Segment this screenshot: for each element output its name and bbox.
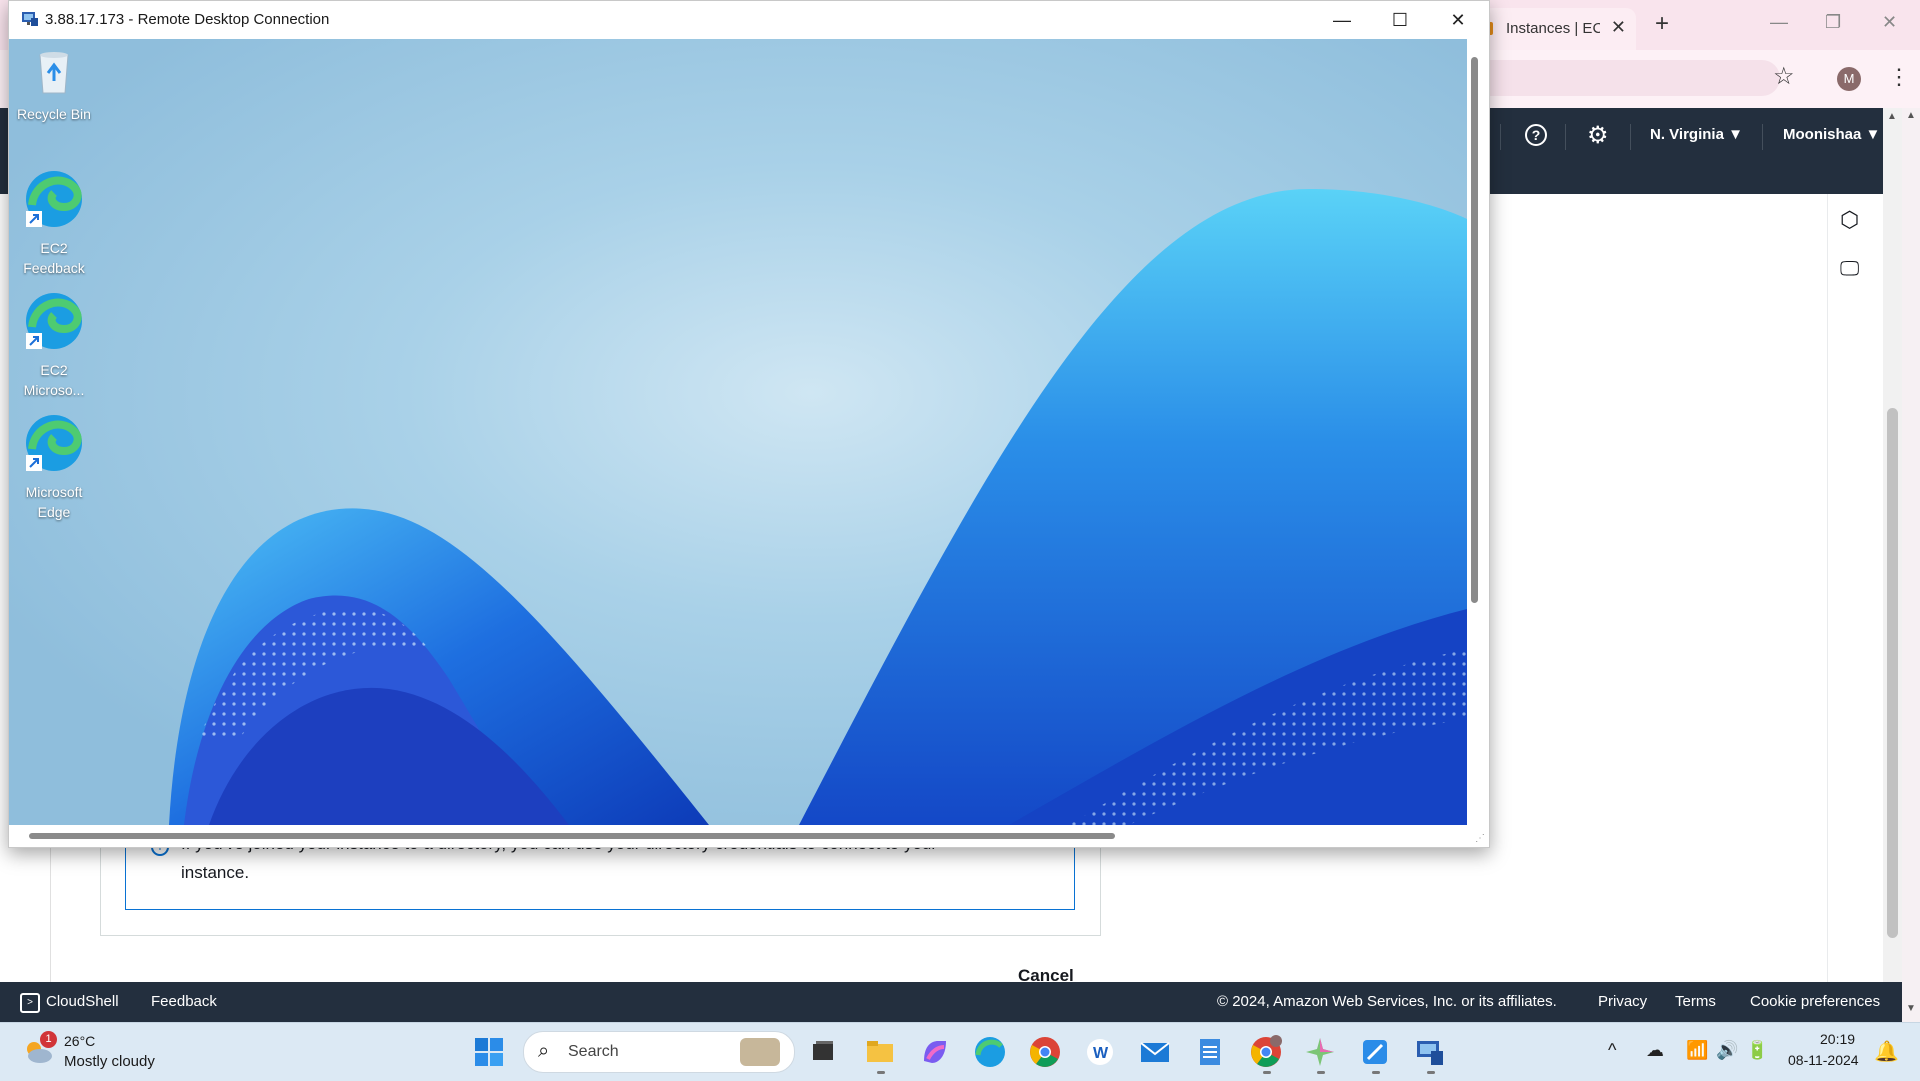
remote-desktop-icon[interactable] (1413, 1035, 1447, 1069)
app-running-indicator (1372, 1071, 1380, 1074)
notification-bell-icon[interactable]: 🔔 (1874, 1039, 1899, 1064)
scroll-up-icon[interactable]: ▲ (1887, 111, 1897, 122)
remote-desktop-screen[interactable]: Recycle Bin EC2 Feedback EC2 Microso... (9, 39, 1467, 825)
paint-icon[interactable] (1358, 1035, 1392, 1069)
profile-avatar[interactable]: M (1837, 67, 1861, 91)
recycle-bin-icon (39, 52, 69, 94)
search-icon: ⌕ (538, 1040, 550, 1062)
word-icon[interactable]: W (1083, 1035, 1117, 1069)
browser-close-button[interactable]: ✕ (1882, 12, 1897, 33)
browser-tab-title: Instances | EC2 (1506, 20, 1600, 37)
mail-icon[interactable] (1138, 1035, 1172, 1069)
edge-shortcut-icon (26, 415, 82, 471)
cloudshell-link[interactable]: CloudShell (46, 993, 119, 1010)
rdp-window-title: 3.88.17.173 - Remote Desktop Connection (45, 11, 330, 28)
browser-minimize-button[interactable]: — (1770, 12, 1788, 33)
nav-divider (1630, 124, 1631, 150)
page-scrollbar[interactable]: ▲ ▼ (1883, 108, 1902, 1022)
utility-rail (1827, 194, 1884, 982)
browser-tab-instances[interactable]: Instances | EC2 ✕ (1476, 8, 1636, 50)
rdp-horizontal-scrollbar[interactable] (29, 833, 1115, 839)
edge-shortcut-icon (26, 171, 82, 227)
task-view-icon[interactable] (806, 1035, 840, 1069)
screen-share-icon[interactable]: 🖵 (1840, 258, 1859, 281)
info-alert-text: instance. (181, 863, 250, 882)
scrollbar-thumb[interactable] (1887, 408, 1898, 938)
svg-text:W: W (1093, 1045, 1109, 1062)
desktop-icon-recycle-bin[interactable]: Recycle Bin (9, 49, 99, 124)
browser-restore-button[interactable]: ❐ (1825, 12, 1841, 33)
edge-shortcut-icon (26, 293, 82, 349)
feedback-link[interactable]: Feedback (151, 993, 217, 1010)
remote-desktop-window[interactable]: 3.88.17.173 - Remote Desktop Connection … (8, 0, 1490, 848)
search-input[interactable]: Search (568, 1043, 619, 1061)
edge-icon[interactable] (973, 1035, 1007, 1069)
desktop-icon-label: EC2 Microso... (23, 362, 85, 398)
chrome-profile-icon[interactable] (1249, 1035, 1283, 1069)
app-running-indicator (1317, 1071, 1325, 1074)
resize-grip-icon[interactable]: ⋰ (1475, 833, 1485, 844)
app-running-indicator (1427, 1071, 1435, 1074)
nav-divider (1565, 124, 1566, 150)
scroll-down-icon[interactable]: ▼ (1906, 1003, 1916, 1014)
desktop-icon-label: EC2 Feedback (23, 240, 85, 276)
help-icon[interactable]: ? (1525, 124, 1547, 146)
cookie-preferences-link[interactable]: Cookie preferences (1750, 993, 1880, 1010)
windows-start-icon[interactable] (474, 1037, 504, 1067)
cloudshell-icon[interactable]: > (20, 993, 40, 1013)
browser-menu-icon[interactable]: ⋮ (1888, 64, 1910, 90)
desktop-icon-label: Recycle Bin (17, 106, 91, 122)
tab-close-icon[interactable]: ✕ (1611, 17, 1626, 38)
scroll-up-icon[interactable]: ▲ (1906, 110, 1916, 121)
copyright-text: © 2024, Amazon Web Services, Inc. or its… (1217, 993, 1557, 1010)
search-highlight-icon (740, 1038, 780, 1066)
rdp-maximize-button[interactable]: ☐ (1377, 5, 1423, 35)
weather-alert-badge: 1 (40, 1031, 57, 1048)
clock-date[interactable]: 08-11-2024 (1788, 1052, 1859, 1068)
terms-link[interactable]: Terms (1675, 993, 1716, 1010)
rdp-close-button[interactable]: ✕ (1435, 5, 1481, 35)
battery-icon[interactable]: 🔋 (1746, 1040, 1768, 1061)
region-selector[interactable]: N. Virginia ▼ (1650, 126, 1743, 143)
windows-taskbar: 1 26°C Mostly cloudy ⌕ Search W ^ ☁ 📶 🔊 … (0, 1022, 1920, 1081)
desktop-icon-microsoft-edge[interactable]: Microsoft Edge (9, 413, 99, 522)
aws-footer: > CloudShell Feedback © 2024, Amazon Web… (0, 982, 1902, 1022)
address-bar[interactable] (1470, 60, 1780, 96)
cloudshell-hex-icon[interactable]: ⬡ (1840, 207, 1859, 233)
rdp-minimize-button[interactable]: — (1319, 5, 1365, 35)
desktop-icon-ec2-feedback[interactable]: EC2 Feedback (9, 169, 99, 278)
chrome-icon[interactable] (1028, 1035, 1062, 1069)
rdp-title-bar[interactable]: 3.88.17.173 - Remote Desktop Connection … (9, 1, 1489, 39)
nav-divider (1762, 124, 1763, 150)
clock-time[interactable]: 20:19 (1820, 1031, 1855, 1047)
notepad-icon[interactable] (1193, 1035, 1227, 1069)
privacy-link[interactable]: Privacy (1598, 993, 1647, 1010)
app-running-indicator (1263, 1071, 1271, 1074)
onedrive-icon[interactable]: ☁ (1646, 1040, 1664, 1061)
weather-temperature[interactable]: 26°C (64, 1033, 95, 1049)
account-menu[interactable]: Moonishaa ▼ (1783, 126, 1880, 143)
tray-chevron-icon[interactable]: ^ (1608, 1040, 1616, 1061)
desktop-icon-label: Microsoft Edge (25, 484, 83, 520)
volume-icon[interactable]: 🔊 (1716, 1040, 1738, 1061)
wallpaper-bloom (169, 189, 1467, 825)
taskbar-search[interactable]: ⌕ Search (523, 1031, 795, 1073)
nav-divider (1500, 124, 1501, 150)
weather-condition[interactable]: Mostly cloudy (64, 1053, 155, 1070)
star-icon[interactable]: ☆ (1773, 62, 1795, 91)
gear-icon[interactable]: ⚙ (1587, 121, 1609, 150)
copilot-icon[interactable] (918, 1035, 952, 1069)
new-tab-button[interactable]: + (1655, 10, 1669, 38)
gemini-icon[interactable] (1303, 1035, 1337, 1069)
remote-desktop-icon (22, 12, 38, 26)
wifi-icon[interactable]: 📶 (1686, 1040, 1708, 1061)
browser-scrollbar[interactable]: ▲ ▼ (1902, 108, 1920, 1022)
nav-divider (50, 840, 51, 982)
desktop-icon-ec2-microsoft[interactable]: EC2 Microso... (9, 291, 99, 400)
file-explorer-icon[interactable] (863, 1035, 897, 1069)
app-running-indicator (877, 1071, 885, 1074)
rdp-vertical-scrollbar[interactable] (1471, 57, 1478, 603)
